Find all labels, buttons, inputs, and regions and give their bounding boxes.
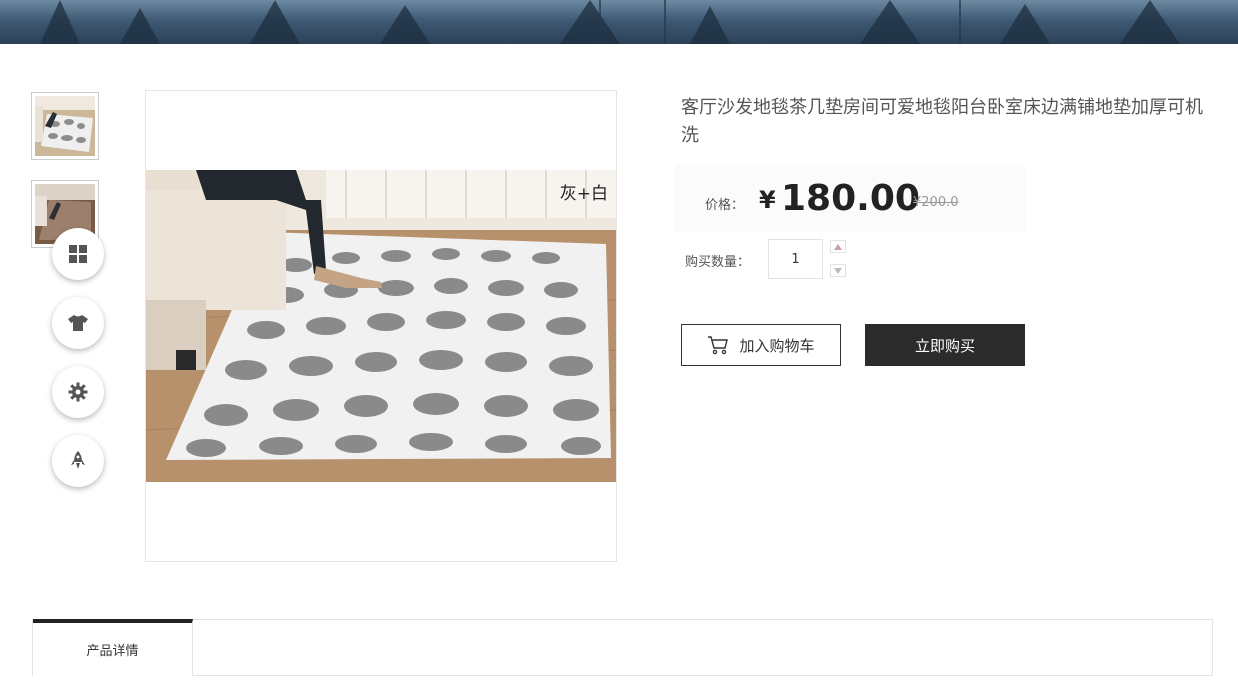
gear-icon (68, 382, 88, 402)
caret-down-icon (834, 267, 842, 274)
product-info-panel: 客厅沙发地毯茶几垫房间可爱地毯阳台卧室床边满铺地垫加厚可机洗 价格： ¥ 180… (675, 94, 1211, 366)
buy-now-label: 立即购买 (914, 336, 975, 355)
thumbnail-1[interactable] (31, 92, 99, 160)
banner-trees-image (40, 0, 1180, 44)
price-box: 价格： ¥ 180.00 ¥200.0 (675, 164, 1025, 232)
product-tabs: 产品详情 (32, 619, 1213, 676)
rocket-icon (71, 451, 85, 469)
tshirt-button[interactable] (52, 297, 104, 349)
cart-icon (708, 336, 729, 355)
price-label: 价格： (705, 198, 745, 213)
original-price: ¥200.0 (913, 195, 959, 210)
rug-photo (146, 170, 616, 482)
quantity-label: 购买数量： (685, 255, 751, 270)
back-to-top-button[interactable] (52, 435, 104, 487)
quantity-increase-button[interactable] (830, 240, 846, 253)
product-main-image: 灰+白 (145, 90, 617, 562)
color-variant-label: 灰+白 (559, 184, 608, 204)
buy-now-button[interactable]: 立即购买 (865, 324, 1025, 366)
tshirt-icon (68, 315, 88, 331)
quantity-decrease-button[interactable] (830, 264, 846, 277)
tab-product-details[interactable]: 产品详情 (33, 619, 193, 676)
add-to-cart-label: 加入购物车 (739, 336, 815, 355)
grid-icon (69, 245, 87, 263)
settings-button[interactable] (52, 366, 104, 418)
rug-thumbnail-image (35, 96, 95, 156)
currency-symbol: ¥ (759, 186, 776, 214)
current-price: 180.00 (781, 178, 920, 219)
grid-button[interactable] (52, 228, 104, 280)
header-banner (0, 0, 1238, 44)
caret-up-icon (834, 243, 842, 250)
add-to-cart-button[interactable]: 加入购物车 (681, 324, 841, 366)
floating-toolbar (52, 228, 104, 504)
product-title: 客厅沙发地毯茶几垫房间可爱地毯阳台卧室床边满铺地垫加厚可机洗 (681, 97, 1203, 146)
quantity-input[interactable] (768, 239, 823, 279)
